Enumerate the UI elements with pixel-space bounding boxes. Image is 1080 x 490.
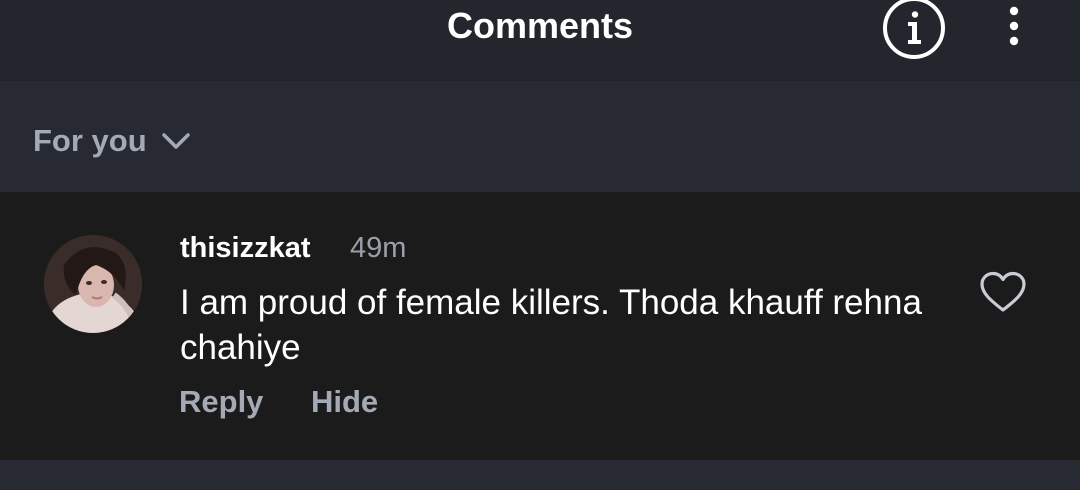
info-button[interactable] [882,0,946,60]
info-circle-icon [883,0,945,59]
more-options-button[interactable] [996,0,1032,56]
vertical-ellipsis-icon [1009,6,1019,46]
heart-outline-icon [980,271,1026,312]
chevron-down-icon [161,133,190,149]
next-comment-strip [0,460,1080,490]
comment-body: I am proud of female killers. Thoda khau… [180,283,922,367]
like-button[interactable] [978,270,1028,314]
comment-username[interactable]: thisizzkat [180,228,311,268]
reply-button[interactable]: Reply [179,382,263,422]
user-photo [44,235,142,333]
sort-filter-label: For you [33,123,147,158]
top-bar: Comments [0,0,1080,80]
sort-filter-dropdown[interactable]: For you [33,119,191,163]
comment-filter-bar: For you [0,81,1080,192]
comment-timestamp: 49m [350,232,407,264]
hide-button[interactable]: Hide [311,382,378,422]
avatar[interactable] [44,235,142,333]
comment-item: thisizzkat 49m I am proud of female kill… [0,192,1080,460]
